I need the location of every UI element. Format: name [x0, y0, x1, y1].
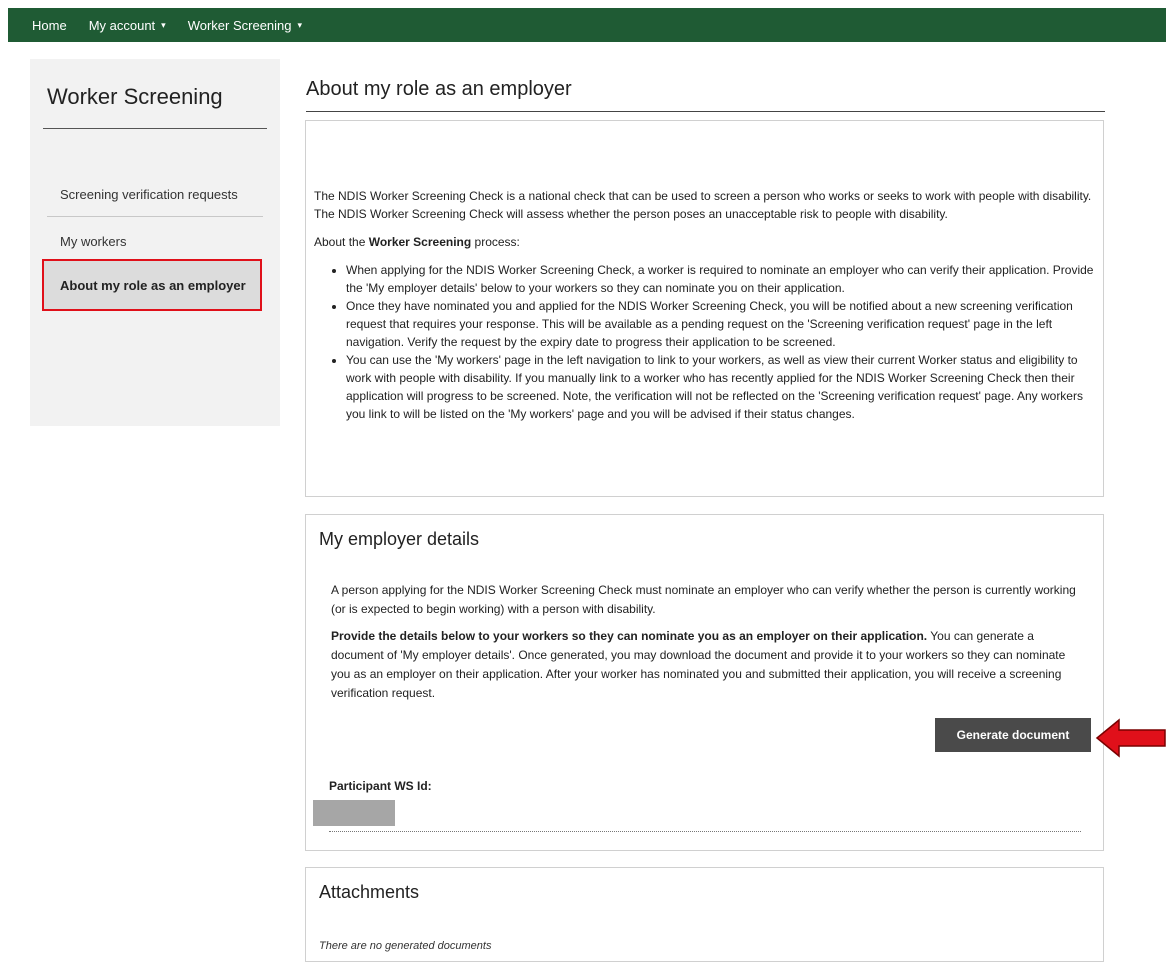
nav-worker-screening-menu[interactable]: Worker Screening ▾ [188, 18, 302, 33]
about-bullet-list: When applying for the NDIS Worker Screen… [314, 261, 1094, 423]
process-suffix: process: [471, 235, 520, 249]
about-panel: The NDIS Worker Screening Check is a nat… [305, 120, 1104, 497]
nav-my-account-menu[interactable]: My account ▾ [89, 18, 166, 33]
sidebar-separator [47, 216, 263, 217]
employer-para-2: Provide the details below to your worker… [331, 627, 1081, 703]
page-title: About my role as an employer [306, 78, 572, 100]
participant-ws-id-value-redacted [313, 800, 395, 826]
employer-para-2-bold: Provide the details below to your worker… [331, 629, 928, 643]
top-navigation-bar: Home My account ▾ Worker Screening ▾ [8, 8, 1166, 42]
sidebar: Worker Screening Screening verification … [30, 59, 280, 426]
caret-down-icon: ▾ [297, 19, 303, 30]
arrow-left-icon [1095, 718, 1166, 758]
about-process-line: About the Worker Screening process: [314, 233, 1094, 251]
sidebar-item-screening-verification-requests[interactable]: Screening verification requests [60, 187, 238, 202]
about-intro: The NDIS Worker Screening Check is a nat… [314, 189, 1092, 221]
about-bullet: You can use the 'My workers' page in the… [346, 351, 1094, 423]
nav-home-link[interactable]: Home [32, 18, 67, 33]
sidebar-title: Worker Screening [47, 84, 223, 109]
title-divider [306, 111, 1105, 112]
ws-id-divider [329, 831, 1081, 832]
sidebar-item-my-workers[interactable]: My workers [60, 234, 126, 249]
employer-details-panel: My employer details A person applying fo… [305, 514, 1104, 851]
attachments-panel: Attachments There are no generated docum… [305, 867, 1104, 962]
participant-ws-id-label: Participant WS Id: [329, 779, 432, 793]
process-prefix: About the [314, 235, 369, 249]
employer-details-heading: My employer details [319, 529, 480, 549]
generate-document-button[interactable]: Generate document [935, 718, 1091, 752]
attachments-empty-message: There are no generated documents [319, 940, 492, 952]
caret-down-icon: ▾ [161, 19, 166, 30]
nav-worker-screening-label: Worker Screening [187, 17, 292, 33]
employer-para-1: A person applying for the NDIS Worker Sc… [331, 583, 1076, 616]
sidebar-divider [43, 128, 267, 129]
sidebar-item-label: About my role as an employer [60, 277, 246, 293]
about-bullet: Once they have nominated you and applied… [346, 297, 1094, 351]
attachments-heading: Attachments [319, 882, 420, 902]
process-bold: Worker Screening [368, 235, 472, 249]
sidebar-item-about-my-role[interactable]: About my role as an employer [42, 259, 262, 311]
about-content: The NDIS Worker Screening Check is a nat… [314, 187, 1094, 423]
about-bullet: When applying for the NDIS Worker Screen… [346, 261, 1094, 297]
employer-details-content: A person applying for the NDIS Worker Sc… [331, 581, 1081, 711]
nav-my-account-label: My account [88, 17, 156, 33]
